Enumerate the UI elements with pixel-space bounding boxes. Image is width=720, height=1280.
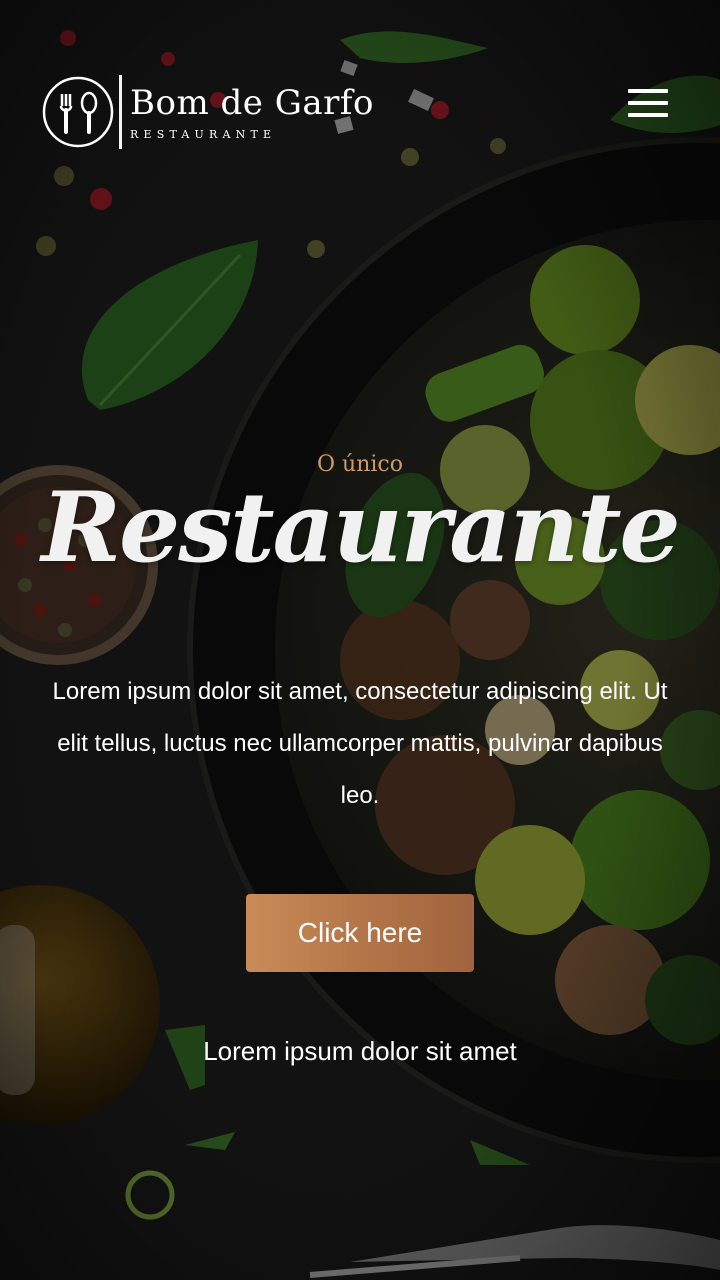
menu-bar	[628, 113, 668, 117]
menu-bar	[628, 89, 668, 93]
hamburger-icon[interactable]	[628, 89, 668, 119]
hero-subline: Lorem ipsum dolor sit amet	[203, 1036, 517, 1066]
hero-description: Lorem ipsum dolor sit amet, consectetur …	[52, 678, 668, 809]
menu-bar	[628, 101, 668, 105]
site-header: Bom de Garfo RESTAURANTE	[42, 74, 374, 150]
brand-name: Bom de Garfo	[130, 82, 374, 123]
logo-divider	[119, 75, 122, 149]
fork-spoon-icon[interactable]	[42, 76, 114, 148]
brand-subtitle: RESTAURANTE	[130, 127, 277, 141]
brand-logo[interactable]: Bom de Garfo RESTAURANTE	[130, 84, 374, 141]
click-here-button[interactable]: Click here	[246, 894, 474, 972]
food-background-image	[0, 0, 720, 1280]
hero-title: Restaurante	[41, 471, 680, 584]
